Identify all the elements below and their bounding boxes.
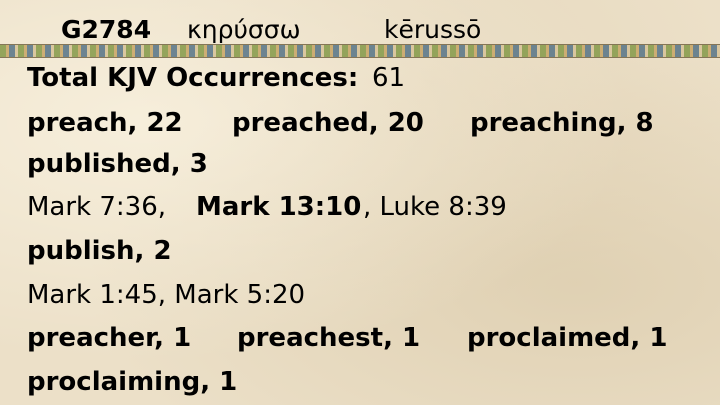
total-value: 61 [372, 63, 406, 93]
row-6: preacher, 1 preachest, 1 proclaimed, 1 [0, 320, 720, 356]
word-count: preachest, 1 [237, 323, 421, 353]
word-count: preach, 22 [27, 108, 183, 138]
row-7: proclaiming, 1 [0, 364, 720, 400]
word-count: proclaiming, 1 [27, 367, 238, 397]
greek-word: κηρύσσω [187, 15, 301, 44]
word-count: publish, 2 [27, 236, 172, 266]
word-count: proclaimed, 1 [467, 323, 668, 353]
row-5: Mark 1:45, Mark 5:20 [0, 277, 720, 313]
verse-reference: , Luke 8:39 [363, 192, 507, 222]
verse-reference: Mark 7:36, [27, 192, 167, 222]
word-count: preacher, 1 [27, 323, 192, 353]
row-1: preach, 22 preached, 20 preaching, 8 [0, 105, 720, 141]
title-row: G2784 κηρύσσω kērussō [0, 12, 720, 48]
slide: G2784 κηρύσσω kērussō Total KJV Occurren… [0, 0, 720, 405]
strong-number: G2784 [61, 15, 152, 44]
word-count: preaching, 8 [470, 108, 654, 138]
word-count: published, 3 [27, 149, 208, 179]
row-4: publish, 2 [0, 233, 720, 269]
verse-reference-bold: Mark 13:10 [196, 192, 362, 222]
decorative-border-band [0, 44, 720, 58]
total-label: Total KJV Occurrences: [27, 63, 359, 93]
verse-reference: Mark 1:45, Mark 5:20 [27, 280, 306, 310]
row-3: Mark 7:36, Mark 13:10 , Luke 8:39 [0, 189, 720, 225]
total-occurrences-line: Total KJV Occurrences: 61 [0, 60, 720, 96]
transliteration: kērussō [384, 15, 482, 44]
row-2: published, 3 [0, 146, 720, 182]
word-count: preached, 20 [232, 108, 424, 138]
